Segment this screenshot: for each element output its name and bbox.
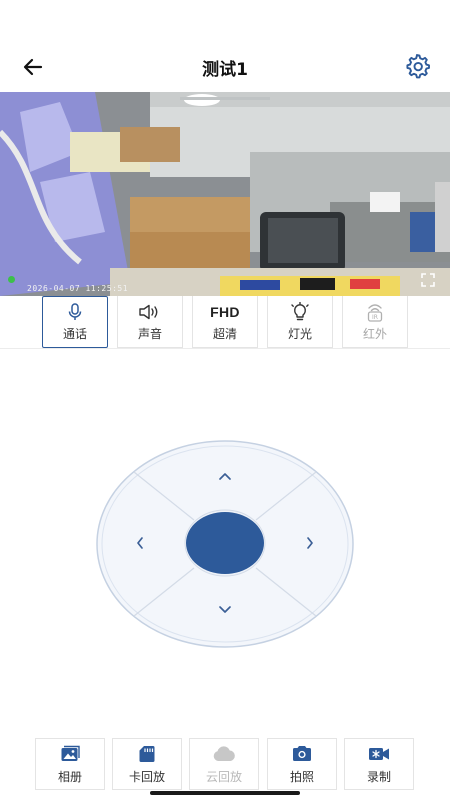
microphone-icon: [68, 303, 82, 320]
speaker-icon: [139, 304, 158, 319]
video-frame: [0, 92, 450, 296]
settings-button[interactable]: [402, 51, 432, 81]
album-label: 相册: [57, 769, 82, 784]
light-button[interactable]: 灯光: [267, 296, 333, 348]
fullscreen-icon: [421, 273, 435, 287]
snapshot-label: 拍照: [289, 769, 314, 784]
camera-icon: [293, 746, 311, 761]
record-button[interactable]: 录制: [344, 738, 414, 790]
cloud-icon: [213, 745, 235, 761]
sound-button[interactable]: 声音: [117, 296, 183, 348]
infrared-button[interactable]: IR 红外: [342, 296, 408, 348]
ptz-up-button[interactable]: [210, 461, 240, 491]
record-label: 录制: [366, 769, 391, 784]
home-indicator: [150, 791, 300, 795]
light-label: 灯光: [287, 326, 312, 341]
infrared-label: 红外: [362, 326, 387, 341]
gear-icon: [406, 54, 430, 79]
card-playback-button[interactable]: 卡回放: [112, 738, 182, 790]
bulb-icon: [291, 301, 309, 320]
chevron-up-icon: [219, 473, 231, 480]
chevron-right-icon: [307, 537, 313, 549]
cloud-playback-button[interactable]: 云回放: [189, 738, 259, 790]
ptz-left-button[interactable]: [125, 528, 155, 558]
ptz-center-button[interactable]: [186, 512, 264, 574]
sd-card-icon: [139, 745, 155, 762]
album-button[interactable]: 相册: [35, 738, 105, 790]
camera-live-view[interactable]: [0, 92, 450, 296]
quality-button[interactable]: FHD 超清: [192, 296, 258, 348]
status-dot: [8, 276, 15, 283]
fullscreen-button[interactable]: [418, 270, 438, 290]
chevron-left-icon: [137, 537, 143, 549]
talk-label: 通话: [62, 327, 87, 341]
ptz-right-button[interactable]: [295, 528, 325, 558]
snapshot-button[interactable]: 拍照: [267, 738, 337, 790]
video-timestamp: 2026-04-07 11:25:51: [27, 284, 129, 293]
control-toolbar: 通话 声音 FHD 超清 灯光 IR 红外: [0, 296, 450, 349]
page-title: 测试1: [202, 60, 248, 80]
svg-text:IR: IR: [372, 314, 378, 321]
talk-button[interactable]: 通话: [42, 296, 108, 348]
fhd-text: FHD: [210, 303, 240, 320]
video-record-icon: [369, 747, 389, 760]
sound-label: 声音: [137, 326, 162, 341]
top-bar: 测试1: [0, 0, 450, 92]
card-playback-label: 卡回放: [128, 769, 165, 784]
infrared-icon: IR: [367, 303, 383, 322]
ptz-down-button[interactable]: [210, 595, 240, 625]
cloud-playback-label: 云回放: [205, 769, 242, 784]
album-icon: [61, 745, 80, 761]
quality-label: 超清: [212, 326, 237, 341]
chevron-down-icon: [219, 606, 231, 613]
